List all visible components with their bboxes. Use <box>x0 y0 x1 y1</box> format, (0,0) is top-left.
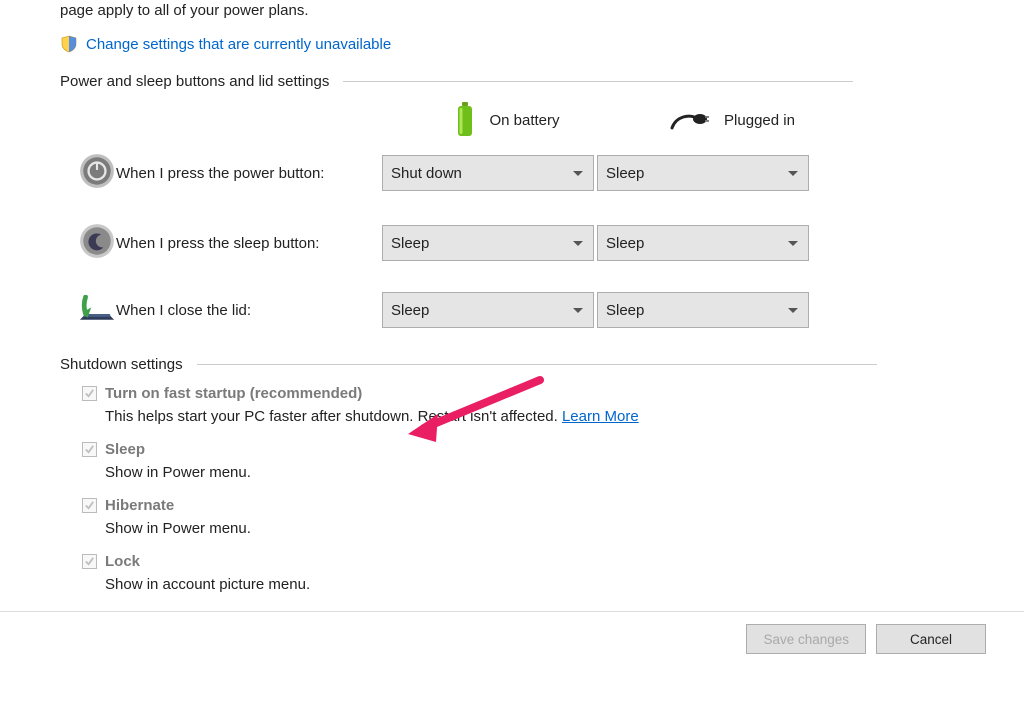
label-hibernate: Hibernate <box>105 497 174 514</box>
chevron-down-icon <box>788 171 798 176</box>
change-settings-link[interactable]: Change settings that are currently unava… <box>86 36 391 53</box>
learn-more-link[interactable]: Learn More <box>562 408 639 425</box>
dropdown-lid-plugged[interactable]: Sleep <box>597 292 809 328</box>
label-lock: Lock <box>105 553 140 570</box>
row-label-power: When I press the power button: <box>116 165 382 182</box>
checkbox-fast-startup[interactable] <box>82 386 97 401</box>
section-power-sleep-lid: Power and sleep buttons and lid settings <box>60 73 1024 90</box>
section-shutdown: Shutdown settings <box>60 356 1024 373</box>
dropdown-lid-battery[interactable]: Sleep <box>382 292 594 328</box>
desc-lock: Show in account picture menu. <box>105 576 1024 593</box>
row-label-sleep: When I press the sleep button: <box>116 235 382 252</box>
intro-text: page apply to all of your power plans. <box>60 0 1024 19</box>
save-changes-button: Save changes <box>746 624 866 654</box>
dropdown-sleep-plugged[interactable]: Sleep <box>597 225 809 261</box>
chevron-down-icon <box>573 308 583 313</box>
label-sleep: Sleep <box>105 441 145 458</box>
checkbox-hibernate[interactable] <box>82 498 97 513</box>
dropdown-sleep-battery[interactable]: Sleep <box>382 225 594 261</box>
cancel-button[interactable]: Cancel <box>876 624 986 654</box>
chevron-down-icon <box>788 241 798 246</box>
dropdown-power-plugged[interactable]: Sleep <box>597 155 809 191</box>
checkbox-sleep[interactable] <box>82 442 97 457</box>
desc-sleep: Show in Power menu. <box>105 464 1024 481</box>
label-fast-startup: Turn on fast startup (recommended) <box>105 385 362 402</box>
battery-icon <box>455 102 475 138</box>
chevron-down-icon <box>573 241 583 246</box>
checkbox-lock[interactable] <box>82 554 97 569</box>
column-headers: On battery Plugged in <box>60 102 1024 138</box>
row-label-lid: When I close the lid: <box>116 302 382 319</box>
desc-fast-startup: This helps start your PC faster after sh… <box>105 408 1024 425</box>
desc-hibernate: Show in Power menu. <box>105 520 1024 537</box>
lid-icon <box>78 308 116 325</box>
chevron-down-icon <box>788 308 798 313</box>
sleep-button-icon <box>78 247 116 264</box>
power-button-icon <box>78 177 116 194</box>
plug-icon <box>670 110 710 130</box>
dropdown-power-battery[interactable]: Shut down <box>382 155 594 191</box>
chevron-down-icon <box>573 171 583 176</box>
shield-icon <box>60 35 78 53</box>
